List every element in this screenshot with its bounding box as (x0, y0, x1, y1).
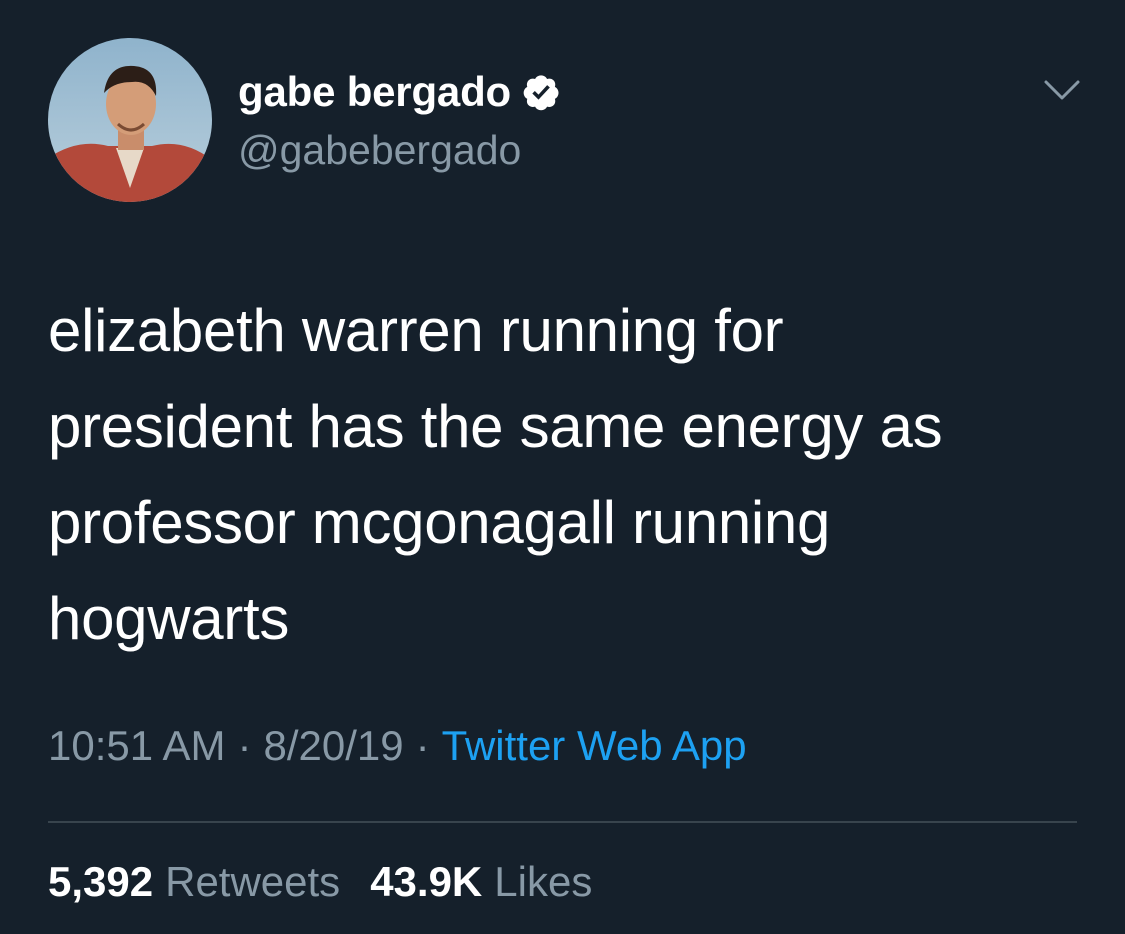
avatar-photo (48, 38, 212, 202)
display-name[interactable]: gabe bergado (238, 68, 511, 116)
retweets-label: Retweets (165, 858, 341, 905)
retweets-count: 5,392 (48, 858, 154, 905)
author-name-row[interactable]: gabe bergado (238, 66, 561, 118)
verified-badge-icon (521, 72, 561, 112)
user-handle[interactable]: @gabebergado (238, 127, 521, 174)
retweets-stat[interactable]: 5,392 Retweets (48, 858, 340, 906)
source-link[interactable]: Twitter Web App (442, 722, 747, 770)
likes-label: Likes (494, 858, 593, 905)
tweet-time[interactable]: 10:51 AM (48, 722, 225, 770)
chevron-down-icon (1044, 80, 1080, 100)
avatar[interactable] (48, 38, 212, 202)
tweet-date[interactable]: 8/20/19 (263, 722, 403, 770)
likes-count: 43.9K (370, 858, 483, 905)
meta-separator: · (415, 722, 430, 769)
likes-stat[interactable]: 43.9K Likes (370, 858, 592, 906)
tweet-text-line: president has the same energy as (48, 393, 943, 460)
tweet-stats: 5,392 Retweets 43.9K Likes (48, 858, 592, 906)
tweet-text-line: hogwarts (48, 585, 290, 652)
tweet-text-line: elizabeth warren running for (48, 297, 784, 364)
tweet-text: elizabeth warren running for president h… (48, 283, 1088, 667)
divider (48, 821, 1077, 823)
tweet-meta: 10:51 AM · 8/20/19 · Twitter Web App (48, 722, 747, 770)
tweet-card: gabe bergado @gabebergado elizabeth warr… (0, 0, 1125, 934)
tweet-menu-button[interactable] (1040, 74, 1084, 106)
meta-separator: · (237, 722, 252, 769)
tweet-text-line: professor mcgonagall running (48, 489, 831, 556)
